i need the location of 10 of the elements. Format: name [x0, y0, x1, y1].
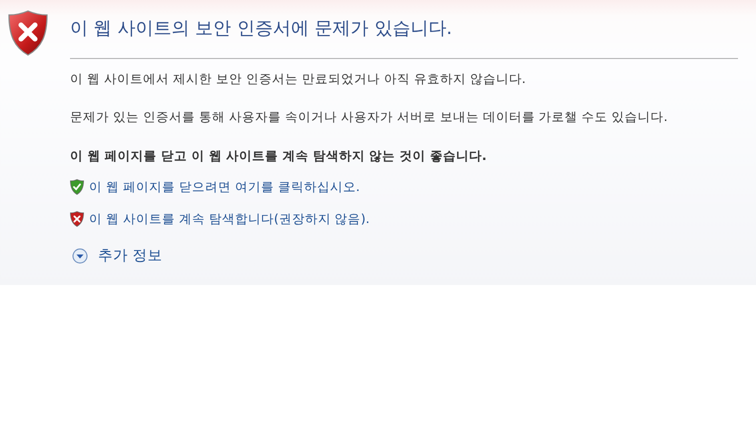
shield-check-icon — [70, 179, 84, 195]
page-link[interactable]: 이 웹 페이지를 닫으려면 여기를 클릭하십시오. — [89, 178, 360, 196]
page-link[interactable]: 이 웹 사이트를 계속 탐색합니다(권장하지 않음). — [89, 210, 370, 228]
message-text: 이 웹 사이트에서 제시한 보안 인증서는 만료되었거나 아직 유효하지 않습니다. — [70, 70, 527, 88]
page-title: 이 웹 사이트의 보안 인증서에 문제가 있습니다. — [70, 17, 454, 41]
recommendation-text: 이 웹 페이지를 닫고 이 웹 사이트를 계속 탐색하지 않는 것이 좋습니다. — [70, 147, 488, 165]
more-info-link[interactable]: 추가 정보 — [98, 246, 163, 265]
shield-error-icon — [70, 211, 84, 227]
shield-error-icon — [8, 10, 48, 56]
message-text: 문제가 있는 인증서를 통해 사용자를 속이거나 사용자가 서버로 보내는 데이터를 가로챌 수도 있습니다. — [70, 108, 669, 126]
